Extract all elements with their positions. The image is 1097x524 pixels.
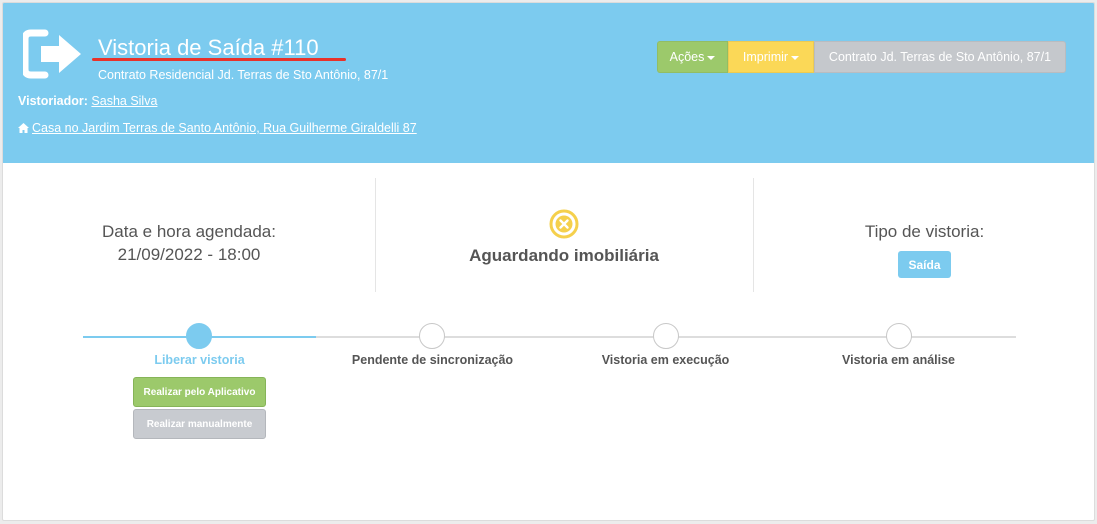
actions-label: Ações — [669, 50, 705, 64]
step-dot-pendente[interactable] — [419, 323, 445, 349]
contract-subtitle: Contrato Residencial Jd. Terras de Sto A… — [98, 68, 389, 82]
step-label-execucao: Vistoria em execução — [601, 353, 730, 367]
actions-dropdown-button[interactable]: Ações — [657, 41, 728, 73]
inspection-card: Vistoria de Saída #110 Contrato Residenc… — [2, 2, 1095, 521]
home-icon — [18, 123, 29, 133]
inspection-header: Vistoria de Saída #110 Contrato Residenc… — [3, 3, 1094, 163]
caret-down-icon — [791, 55, 800, 60]
schedule-value: 21/09/2022 - 18:00 — [117, 245, 261, 264]
step-dot-liberar[interactable] — [186, 323, 212, 349]
type-label: Tipo de vistoria: — [864, 222, 985, 241]
address-link[interactable]: Casa no Jardim Terras de Santo Antônio, … — [32, 121, 417, 135]
inspector-line: Vistoriador: Sasha Silva — [18, 94, 157, 108]
x-circle-icon — [549, 209, 579, 239]
title-underline — [92, 58, 346, 61]
inspector-label: Vistoriador: — [18, 94, 88, 108]
contract-label: Contrato Jd. Terras de Sto Antônio, 87/1 — [828, 50, 1052, 64]
step-dot-execucao[interactable] — [653, 323, 679, 349]
status-text: Aguardando imobiliária — [469, 246, 659, 265]
exit-icon — [23, 29, 81, 79]
inspection-info-row: Data e hora agendada: 21/09/2022 - 18:00… — [3, 178, 1094, 292]
step-dot-analise[interactable] — [886, 323, 912, 349]
step-label-pendente: Pendente de sincronização — [351, 353, 514, 367]
divider — [375, 178, 376, 292]
print-dropdown-button[interactable]: Imprimir — [728, 41, 814, 73]
step-label-liberar: Liberar vistoria — [154, 353, 245, 367]
schedule-label: Data e hora agendada: — [102, 222, 276, 241]
print-label: Imprimir — [742, 50, 789, 64]
contract-button[interactable]: Contrato Jd. Terras de Sto Antônio, 87/1 — [814, 41, 1066, 73]
perform-via-app-button[interactable]: Realizar pelo Aplicativo — [133, 377, 266, 407]
step-label-analise: Vistoria em análise — [841, 353, 956, 367]
address-line: Casa no Jardim Terras de Santo Antônio, … — [18, 121, 417, 135]
header-actions: Ações Imprimir Contrato Jd. Terras de St… — [657, 41, 1066, 73]
perform-manually-button[interactable]: Realizar manualmente — [133, 409, 266, 439]
inspector-link[interactable]: Sasha Silva — [91, 94, 157, 108]
caret-down-icon — [707, 55, 716, 60]
type-badge: Saída — [898, 251, 951, 278]
